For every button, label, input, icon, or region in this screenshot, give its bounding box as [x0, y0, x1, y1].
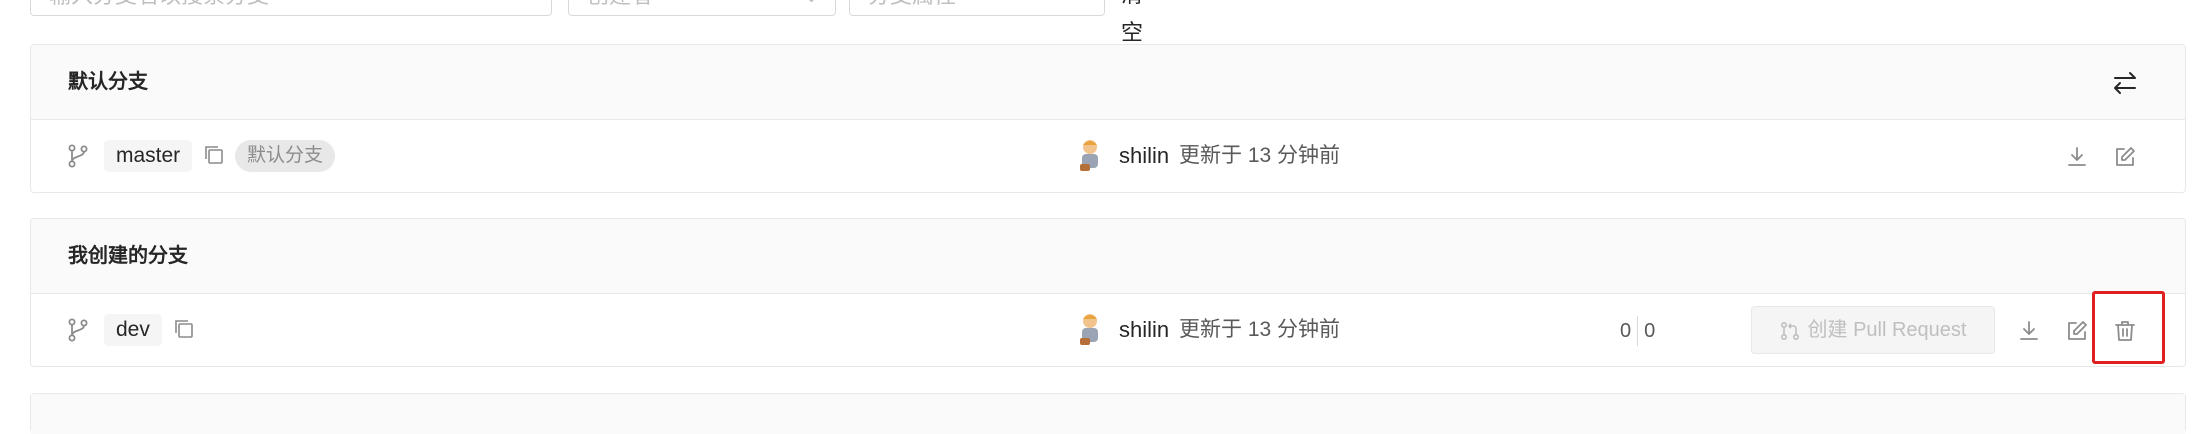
default-branch-card: 默认分支 master 默认分支 shilin 更新于 13 分钟前: [30, 44, 2186, 193]
branch-attr-select[interactable]: 分支属性: [849, 0, 1105, 16]
card-header: 我创建的分支: [31, 219, 2185, 294]
copy-icon[interactable]: [173, 318, 195, 340]
branch-row-master: master 默认分支 shilin 更新于 13 分钟前: [31, 120, 2185, 192]
pull-request-icon: [1780, 321, 1799, 340]
author-name[interactable]: shilin: [1119, 120, 1169, 192]
copy-icon[interactable]: [203, 144, 225, 166]
default-branch-tag: 默认分支: [235, 140, 336, 172]
pr-button-label: 创建 Pull Request: [1807, 319, 1967, 341]
branch-name[interactable]: master: [104, 140, 193, 172]
behind-count: 0: [1620, 320, 1632, 342]
search-input[interactable]: 输入分支名以搜索分支: [30, 0, 552, 16]
branch-icon: [68, 318, 88, 342]
ahead-count: 0: [1644, 320, 1656, 342]
creator-select[interactable]: 创建者 ⌄: [568, 0, 836, 16]
download-icon[interactable]: [2065, 145, 2089, 169]
branch-name[interactable]: dev: [104, 314, 162, 346]
chevron-down-icon: ⌄: [804, 0, 819, 15]
branch-row-dev: dev shilin 更新于 13 分钟前 00 创建 Pull Request: [31, 294, 2185, 366]
branch-icon: [68, 144, 88, 168]
ahead-behind-counts: 00: [1614, 316, 1661, 346]
edit-icon[interactable]: [2065, 319, 2089, 343]
my-branches-card: 我创建的分支 dev shilin 更新于 13 分钟前 00 创建 Pull …: [30, 218, 2186, 367]
avatar: [1080, 314, 1098, 345]
next-card: [30, 393, 2186, 434]
creator-placeholder: 创建者: [587, 0, 653, 8]
delete-highlight-box: [2092, 291, 2165, 364]
updated-time: 更新于 13 分钟前: [1179, 318, 1341, 341]
download-icon[interactable]: [2017, 319, 2041, 343]
create-pull-request-button[interactable]: 创建 Pull Request: [1751, 306, 1995, 354]
section-title: 我创建的分支: [68, 245, 188, 267]
updated-time: 更新于 13 分钟前: [1179, 144, 1341, 167]
section-title: 默认分支: [68, 71, 148, 93]
swap-icon[interactable]: [2111, 69, 2139, 97]
edit-icon[interactable]: [2113, 145, 2137, 169]
author-name[interactable]: shilin: [1119, 294, 1169, 366]
card-header: 默认分支: [31, 45, 2185, 120]
avatar: [1080, 140, 1098, 171]
